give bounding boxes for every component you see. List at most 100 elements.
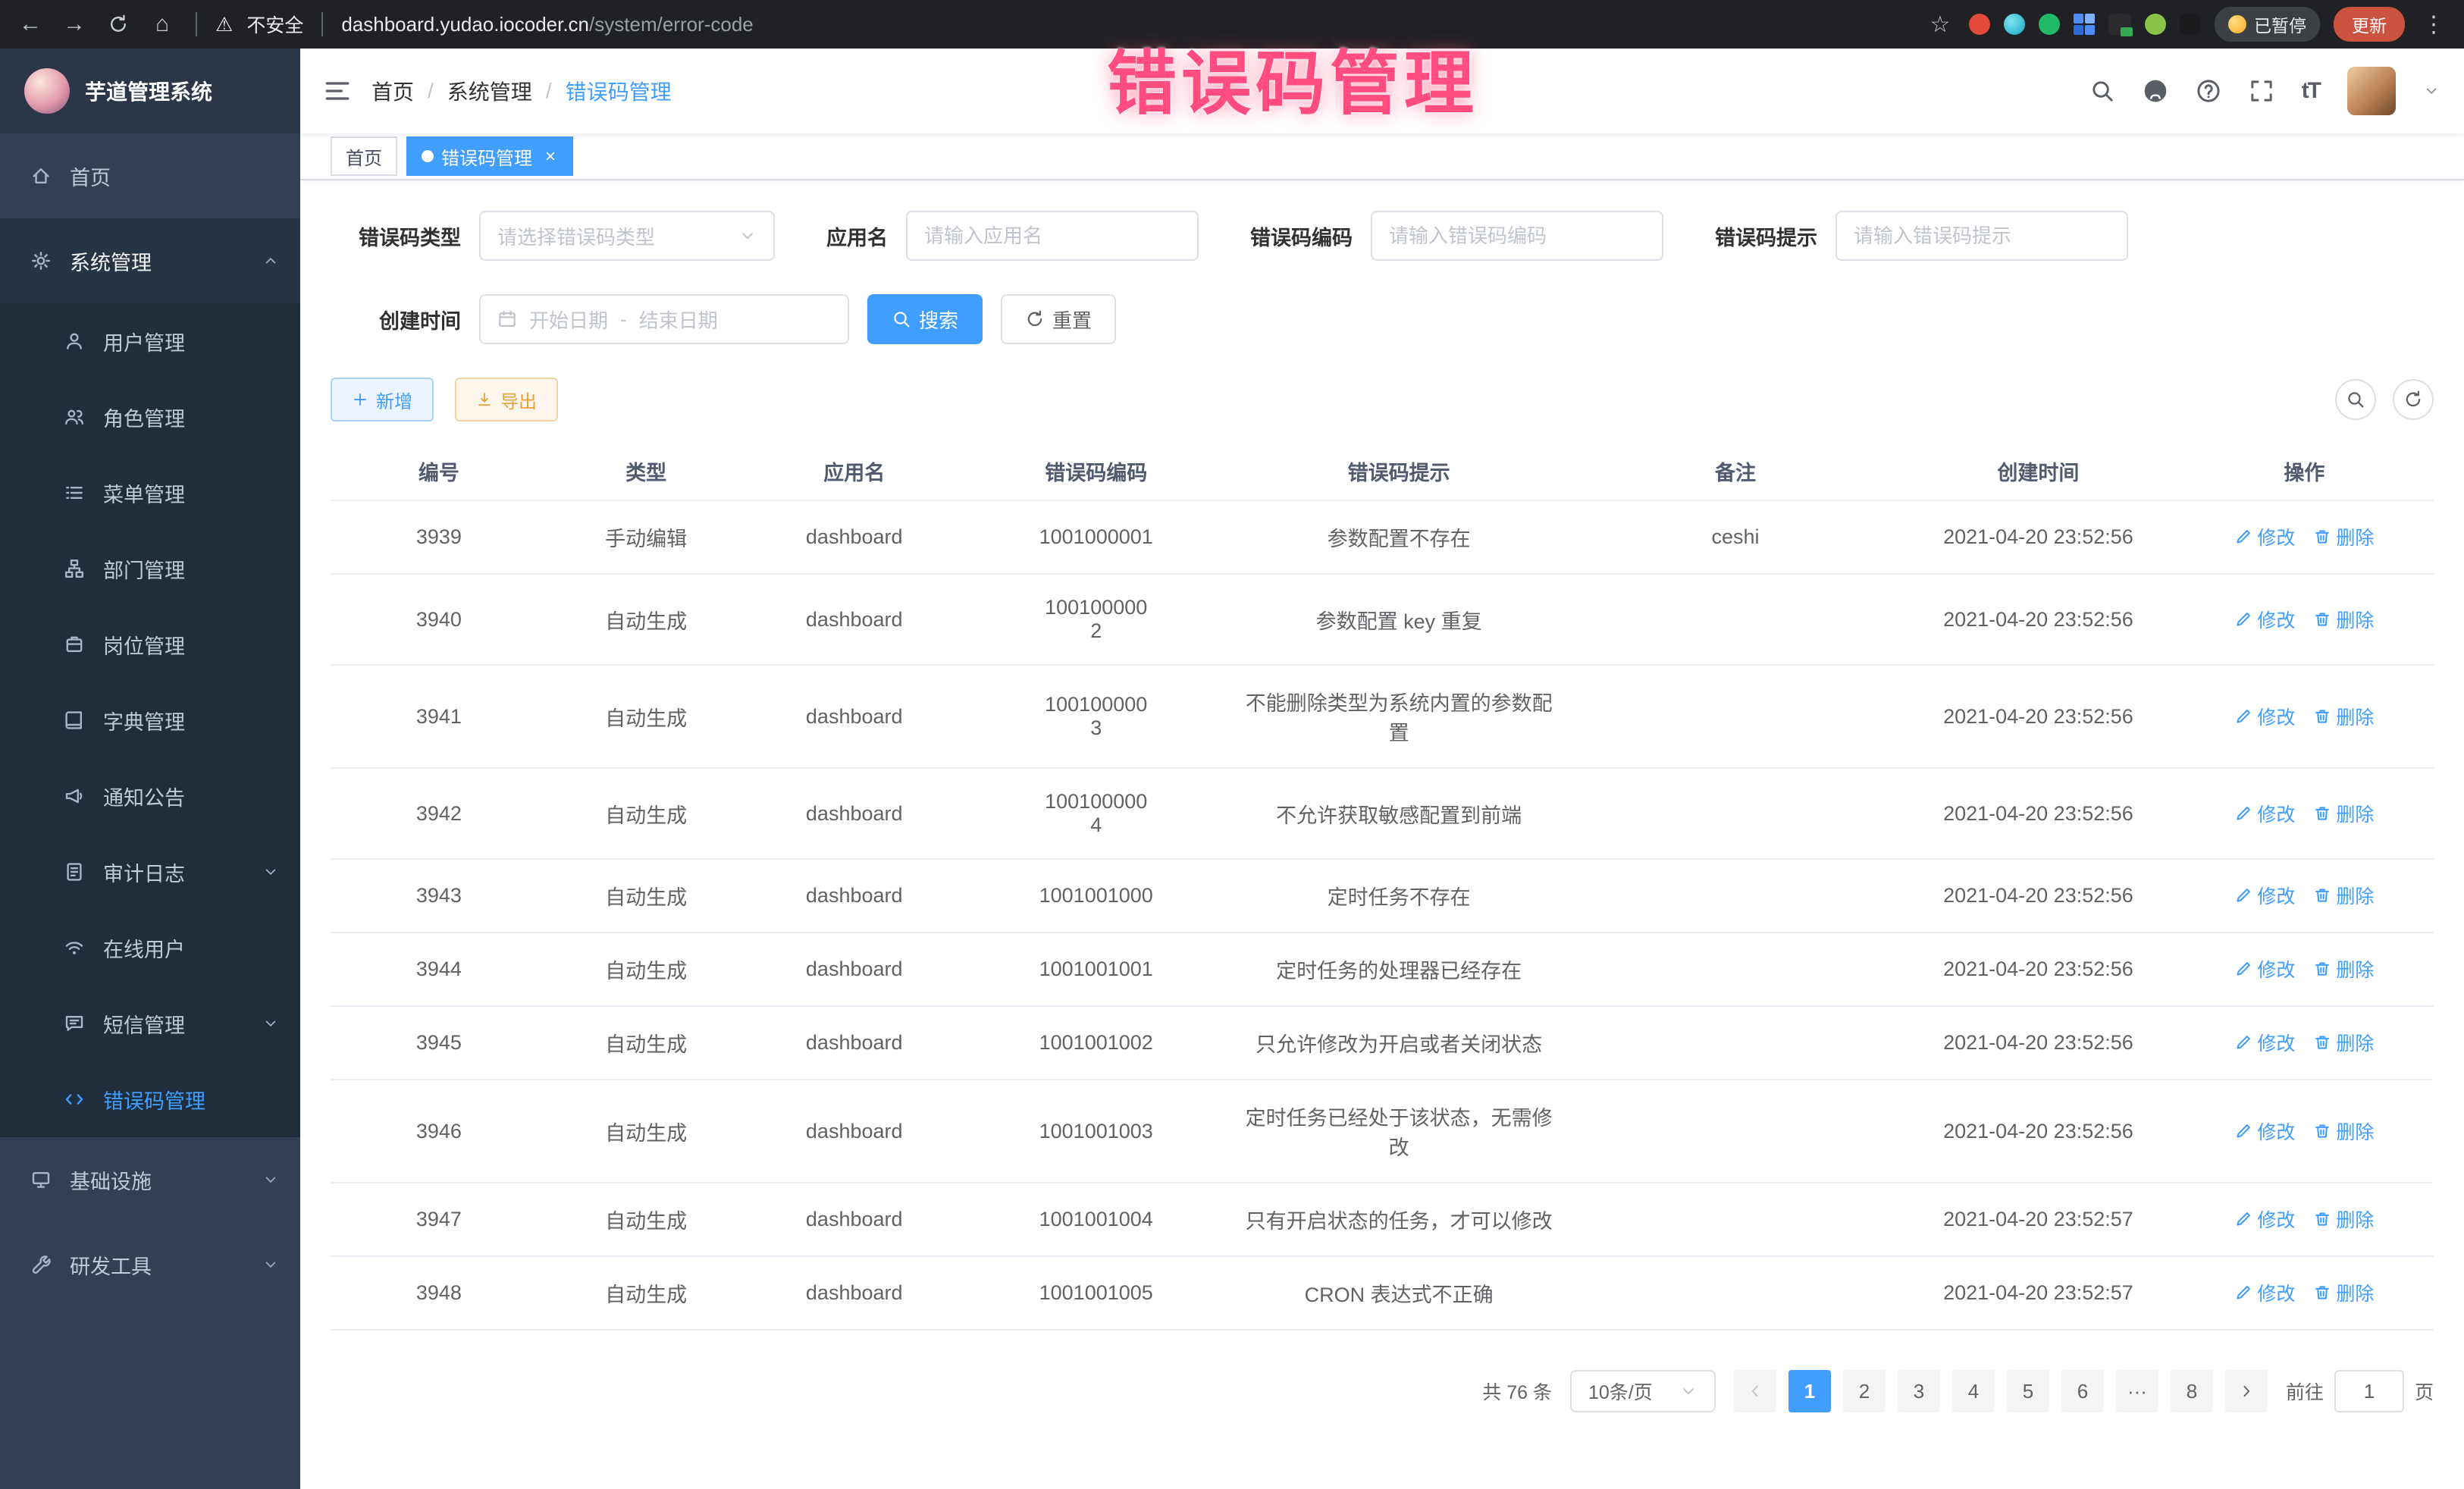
extension-icon[interactable] bbox=[1969, 14, 1990, 35]
search-icon[interactable] bbox=[2089, 78, 2115, 104]
search-icon bbox=[892, 309, 911, 329]
back-icon[interactable]: ← bbox=[15, 11, 45, 37]
edit-button[interactable]: 修改 bbox=[2234, 800, 2295, 827]
page-button[interactable]: 3 bbox=[1898, 1370, 1940, 1412]
trash-icon bbox=[2313, 707, 2331, 726]
hamburger-icon[interactable] bbox=[324, 80, 350, 102]
edit-button[interactable]: 修改 bbox=[2234, 1029, 2295, 1056]
browser-menu-icon[interactable]: ⋮ bbox=[2419, 11, 2449, 38]
sidebar-item-role[interactable]: 角色管理 bbox=[0, 379, 300, 455]
edit-button[interactable]: 修改 bbox=[2234, 1205, 2295, 1233]
edit-button[interactable]: 修改 bbox=[2234, 882, 2295, 909]
security-label[interactable]: 不安全 bbox=[246, 11, 303, 38]
edit-button[interactable]: 修改 bbox=[2234, 1118, 2295, 1145]
cell-id: 3940 bbox=[331, 574, 547, 665]
edit-button[interactable]: 修改 bbox=[2234, 523, 2295, 550]
sidebar-item-post[interactable]: 岗位管理 bbox=[0, 607, 300, 682]
extension-icon[interactable] bbox=[2004, 14, 2025, 35]
refresh-table-button[interactable] bbox=[2393, 379, 2434, 420]
prev-page-button[interactable] bbox=[1734, 1370, 1776, 1412]
tag-home[interactable]: 首页 bbox=[331, 136, 397, 176]
date-range-picker[interactable]: 开始日期 - 结束日期 bbox=[479, 294, 849, 344]
delete-button[interactable]: 删除 bbox=[2313, 800, 2374, 827]
page-button[interactable]: 4 bbox=[1952, 1370, 1995, 1412]
pin-extension-icon[interactable] bbox=[2180, 14, 2201, 35]
delete-button[interactable]: 删除 bbox=[2313, 1118, 2374, 1145]
cell-time: 2021-04-20 23:52:56 bbox=[1901, 933, 2175, 1006]
toggle-search-button[interactable] bbox=[2335, 379, 2376, 420]
extension-icon[interactable] bbox=[2108, 14, 2131, 35]
tag-error-code[interactable]: 错误码管理 bbox=[406, 136, 573, 176]
delete-button[interactable]: 删除 bbox=[2313, 882, 2374, 909]
font-size-icon[interactable]: tT bbox=[2302, 78, 2320, 104]
github-icon[interactable] bbox=[2143, 78, 2168, 104]
next-page-button[interactable] bbox=[2225, 1370, 2268, 1412]
edit-button[interactable]: 修改 bbox=[2234, 606, 2295, 633]
delete-button[interactable]: 删除 bbox=[2313, 1029, 2374, 1056]
breadcrumb-home[interactable]: 首页 bbox=[371, 76, 414, 106]
edit-button[interactable]: 修改 bbox=[2234, 1279, 2295, 1306]
error-code-input[interactable] bbox=[1389, 224, 1645, 248]
chevron-down-icon[interactable] bbox=[2423, 83, 2440, 99]
close-icon[interactable] bbox=[543, 149, 558, 164]
page-button[interactable]: 8 bbox=[2171, 1370, 2213, 1412]
delete-button[interactable]: 删除 bbox=[2313, 606, 2374, 633]
sidebar-item-notice[interactable]: 通知公告 bbox=[0, 758, 300, 834]
question-icon[interactable] bbox=[2196, 78, 2221, 104]
sidebar-item-sms[interactable]: 短信管理 bbox=[0, 986, 300, 1061]
breadcrumb-separator: / bbox=[428, 79, 434, 103]
bookmark-star-icon[interactable]: ☆ bbox=[1925, 11, 1955, 38]
export-button[interactable]: 导出 bbox=[455, 378, 558, 422]
pager-ellipsis[interactable]: ··· bbox=[2116, 1370, 2158, 1412]
forward-icon[interactable]: → bbox=[59, 11, 89, 37]
paused-badge[interactable]: 已暂停 bbox=[2215, 7, 2320, 42]
cell-code: 1001001002 bbox=[964, 1006, 1229, 1080]
error-type-select[interactable]: 请选择错误码类型 bbox=[479, 211, 775, 261]
extension-icon[interactable] bbox=[2074, 14, 2095, 35]
fullscreen-icon[interactable] bbox=[2249, 78, 2274, 104]
goto-page-input[interactable] bbox=[2334, 1370, 2404, 1412]
sidebar-item-home[interactable]: 首页 bbox=[0, 133, 300, 218]
divider bbox=[196, 12, 197, 36]
sidebar-item-system[interactable]: 系统管理 bbox=[0, 218, 300, 303]
reset-button[interactable]: 重置 bbox=[1001, 294, 1116, 344]
add-button[interactable]: 新增 bbox=[331, 378, 434, 422]
sidebar-item-dept[interactable]: 部门管理 bbox=[0, 531, 300, 607]
error-hint-input[interactable] bbox=[1854, 224, 2110, 248]
delete-button[interactable]: 删除 bbox=[2313, 1205, 2374, 1233]
search-button-label: 搜索 bbox=[919, 306, 958, 334]
sidebar-item-infra[interactable]: 基础设施 bbox=[0, 1137, 300, 1222]
delete-button[interactable]: 删除 bbox=[2313, 1279, 2374, 1306]
breadcrumb-system[interactable]: 系统管理 bbox=[447, 76, 532, 106]
edit-button[interactable]: 修改 bbox=[2234, 703, 2295, 730]
app-name-input[interactable] bbox=[924, 224, 1180, 248]
page-button[interactable]: 5 bbox=[2007, 1370, 2049, 1412]
sidebar-item-error-code[interactable]: 错误码管理 bbox=[0, 1061, 300, 1137]
extension-icon[interactable] bbox=[2145, 14, 2166, 35]
cell-code: 1001001003 bbox=[964, 1080, 1229, 1183]
user-avatar[interactable] bbox=[2347, 67, 2396, 115]
sidebar-item-menu[interactable]: 菜单管理 bbox=[0, 455, 300, 531]
sidebar-item-dict[interactable]: 字典管理 bbox=[0, 682, 300, 758]
reload-icon[interactable] bbox=[103, 14, 133, 35]
edit-button[interactable]: 修改 bbox=[2234, 955, 2295, 983]
url-domain: dashboard.yudao.iocoder.cn bbox=[341, 13, 589, 36]
address-bar[interactable]: dashboard.yudao.iocoder.cn/system/error-… bbox=[341, 13, 1911, 36]
sidebar-item-user[interactable]: 用户管理 bbox=[0, 303, 300, 379]
trash-icon bbox=[2313, 1033, 2331, 1052]
sidebar-item-dev-tools[interactable]: 研发工具 bbox=[0, 1222, 300, 1307]
app-logo[interactable]: 芋道管理系统 bbox=[0, 49, 300, 133]
delete-button[interactable]: 删除 bbox=[2313, 955, 2374, 983]
page-button[interactable]: 2 bbox=[1843, 1370, 1886, 1412]
search-button[interactable]: 搜索 bbox=[867, 294, 983, 344]
sidebar-item-audit-log[interactable]: 审计日志 bbox=[0, 834, 300, 910]
page-button[interactable]: 1 bbox=[1788, 1370, 1831, 1412]
update-button[interactable]: 更新 bbox=[2334, 7, 2405, 42]
delete-button[interactable]: 删除 bbox=[2313, 523, 2374, 550]
page-button[interactable]: 6 bbox=[2061, 1370, 2104, 1412]
extension-icon[interactable] bbox=[2039, 14, 2060, 35]
browser-home-icon[interactable]: ⌂ bbox=[147, 11, 177, 37]
sidebar-item-online-user[interactable]: 在线用户 bbox=[0, 910, 300, 986]
delete-button[interactable]: 删除 bbox=[2313, 703, 2374, 730]
page-size-select[interactable]: 10条/页 bbox=[1570, 1370, 1716, 1412]
